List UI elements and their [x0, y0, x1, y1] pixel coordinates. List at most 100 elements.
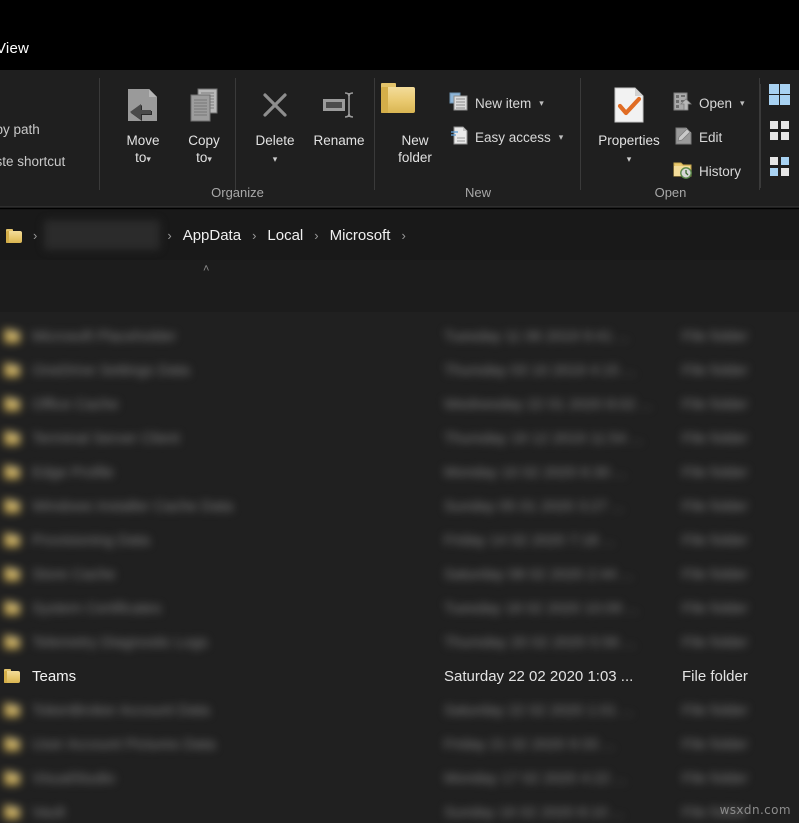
rename-button[interactable]: Rename [300, 82, 378, 149]
edit-button[interactable]: Edit [673, 126, 722, 148]
medium-icons-view-button[interactable] [769, 120, 791, 142]
column-header-bar: Name Date modified Type [0, 260, 799, 558]
easy-access-button[interactable]: Easy access ▾ [449, 126, 563, 148]
file-name: Edge Profile [32, 463, 114, 481]
file-type: File folder [682, 599, 748, 617]
open-icon [673, 92, 693, 114]
file-name: Windows Installer Cache Data [32, 497, 233, 515]
history-icon [673, 160, 693, 182]
table-row[interactable]: System Certificates Tuesday 18 02 2020 10… [0, 591, 799, 625]
table-row[interactable]: VisualStudio Monday 17 02 2020 4:22 ... Fi… [0, 761, 799, 795]
folder-icon [4, 328, 21, 344]
history-button[interactable]: History [673, 160, 741, 182]
folder-icon [4, 770, 21, 786]
file-name: Terminal Server Client [32, 429, 180, 447]
table-row[interactable]: Edge Profile Monday 10 02 2020 6:30 ... Fi… [0, 455, 799, 489]
file-name: Provisioning Data [32, 531, 150, 549]
table-row[interactable]: Telemetry Diagnostic Logs Thursday 20 02 … [0, 625, 799, 659]
table-row[interactable]: OneDrive Settings Data Thursday 03 10 201… [0, 353, 799, 387]
new-item-button[interactable]: New item ▾ [449, 92, 544, 114]
table-row[interactable]: Windows Installer Cache Data Sunday 05 01… [0, 489, 799, 523]
breadcrumb-item-microsoft[interactable]: Microsoft [326, 225, 395, 246]
new-group-label: New [464, 185, 491, 200]
properties-caret-icon[interactable]: ▾ [627, 154, 632, 164]
open-caret-icon[interactable]: ▾ [740, 98, 745, 109]
file-type: File folder [682, 497, 748, 515]
folder-icon [4, 634, 21, 650]
file-date: Thursday 03 10 2019 4:15 ... [444, 361, 636, 379]
delete-caret-icon[interactable]: ▾ [273, 154, 278, 164]
breadcrumb-chevron-icon[interactable]: › [26, 228, 44, 243]
file-name: OneDrive Settings Data [32, 361, 190, 379]
move-to-label-line2: to [135, 150, 147, 165]
large-icons-view-button[interactable] [769, 84, 791, 106]
breadcrumb-chevron-icon[interactable]: › [307, 228, 325, 243]
folder-icon [6, 228, 22, 243]
file-list[interactable]: Microsoft Placeholder Tuesday 11 06 2019 … [0, 312, 799, 823]
address-bar[interactable]: › › AppData › Local › Microsoft › [0, 210, 799, 260]
copy-path-button[interactable]: opy path [0, 122, 40, 137]
breadcrumb-chevron-icon[interactable]: › [245, 228, 263, 243]
copy-to-caret-icon[interactable]: ▾ [207, 154, 212, 164]
properties-button[interactable]: Properties ▾ [585, 82, 673, 166]
file-date: Tuesday 18 02 2020 10:09 ... [444, 599, 639, 617]
paste-shortcut-button[interactable]: aste shortcut [0, 154, 65, 169]
history-label: History [699, 163, 742, 179]
open-group-label: Open [654, 185, 687, 200]
file-type: File folder [682, 565, 748, 583]
ribbon-group-clipboard: ut opy path aste shortcut [0, 70, 100, 208]
file-date: Friday 21 02 2020 9:33 ... [444, 735, 615, 753]
folder-icon [4, 362, 21, 378]
organize-group-label: Organize [211, 185, 264, 200]
properties-icon [585, 82, 673, 128]
easy-access-icon [449, 126, 469, 148]
medium-icons-view-icon [770, 121, 789, 140]
file-name: Telemetry Diagnostic Logs [32, 633, 208, 651]
open-button[interactable]: Open ▾ [673, 92, 745, 114]
edit-icon [673, 126, 693, 148]
file-type: File folder [682, 667, 748, 685]
tiles-view-button[interactable] [769, 156, 791, 178]
ribbon: ut opy path aste shortcut Move [0, 70, 799, 208]
table-row[interactable]: Microsoft Placeholder Tuesday 11 06 2019 … [0, 319, 799, 353]
folder-icon [4, 396, 21, 412]
rename-label: Rename [313, 133, 365, 148]
file-explorer-window: View ut opy path aste shortcut [0, 0, 799, 823]
folder-icon [4, 736, 21, 752]
folder-icon [4, 702, 21, 718]
move-to-caret-icon[interactable]: ▾ [146, 154, 151, 164]
tab-view[interactable]: View [0, 40, 29, 57]
file-type: File folder [682, 463, 748, 481]
copy-to-label-line2: to [196, 150, 208, 165]
easy-access-label: Easy access [475, 129, 551, 145]
breadcrumb-item-appdata[interactable]: AppData [179, 225, 245, 246]
easy-access-caret-icon[interactable]: ▾ [559, 132, 564, 143]
file-name: TokenBroker Account Data [32, 701, 210, 719]
new-folder-button[interactable]: New folder [381, 82, 449, 166]
properties-label: Properties [598, 133, 660, 148]
copy-to-button[interactable]: Copy to▾ [167, 82, 241, 166]
rename-icon [300, 82, 378, 128]
table-row[interactable]: Office Cache Wednesday 22 01 2020 8:02 ..… [0, 387, 799, 421]
file-type: File folder [682, 361, 748, 379]
file-date: Saturday 22 02 2020 1:01 ... [444, 701, 634, 719]
breadcrumb-item-redacted[interactable] [44, 220, 161, 250]
file-type: File folder [682, 735, 748, 753]
table-row[interactable]: Terminal Server Client Thursday 19 12 201… [0, 421, 799, 455]
file-date: Thursday 20 02 2020 5:56 ... [444, 633, 636, 651]
breadcrumb-chevron-icon[interactable]: › [160, 228, 178, 243]
file-date: Saturday 08 02 2020 2:44 ... [444, 565, 634, 583]
open-label: Open [699, 95, 733, 111]
table-row-teams[interactable]: Teams Saturday 22 02 2020 1:03 ... File … [0, 659, 799, 693]
breadcrumb-chevron-icon[interactable]: › [394, 228, 412, 243]
breadcrumb-item-local[interactable]: Local [263, 225, 307, 246]
table-row[interactable]: Vault Sunday 16 02 2020 8:10 ... File fold… [0, 795, 799, 823]
folder-icon [4, 532, 21, 548]
table-row[interactable]: Store Cache Saturday 08 02 2020 2:44 ... F… [0, 557, 799, 591]
file-name: Vault [32, 803, 66, 821]
table-row[interactable]: User Account Pictures Data Friday 21 02 2… [0, 727, 799, 761]
table-row[interactable]: TokenBroker Account Data Saturday 22 02 2… [0, 693, 799, 727]
folder-icon [4, 668, 21, 684]
new-item-caret-icon[interactable]: ▾ [539, 98, 544, 109]
table-row[interactable]: Provisioning Data Friday 14 02 2020 7:18 … [0, 523, 799, 557]
